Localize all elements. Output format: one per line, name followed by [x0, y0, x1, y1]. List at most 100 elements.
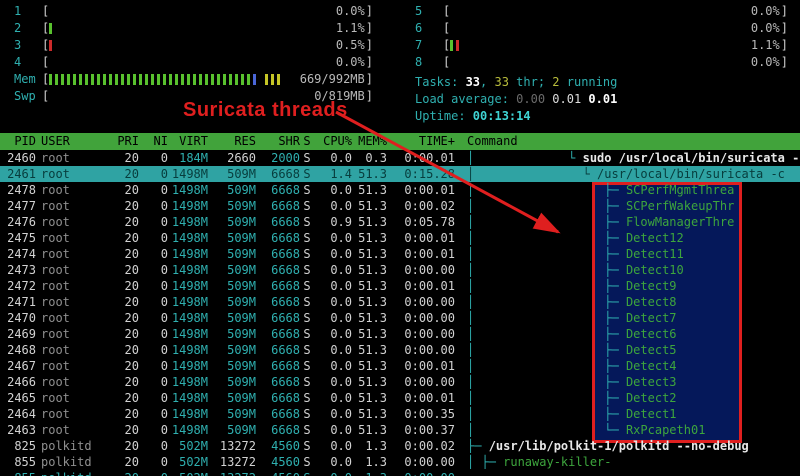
cell-cpu: 0.0 [314, 406, 352, 422]
header-command[interactable]: Command [455, 133, 800, 150]
status-text-segment: 0.01 [552, 92, 588, 106]
meter-6: 6[0.0%] [415, 20, 788, 37]
process-row-2470[interactable]: 2470root2001498M509M6668S0.051.30:00.00│… [0, 310, 800, 326]
cell-res: 509M [208, 262, 256, 278]
cell-time: 0:00.37 [387, 422, 455, 438]
cell-time: 0:00.00 [387, 374, 455, 390]
cell-user: polkitd [36, 438, 101, 454]
process-row-2469[interactable]: 2469root2001498M509M6668S0.051.30:00.00│… [0, 326, 800, 342]
cell-res: 509M [208, 182, 256, 198]
process-row-2475[interactable]: 2475root2001498M509M6668S0.051.30:00.01│… [0, 230, 800, 246]
meter-bar-segment [223, 74, 226, 85]
tree-branch-icon: ├─ [467, 439, 489, 453]
meter-bar: 0.0% [450, 20, 781, 37]
meter-value: 0.0% [336, 54, 365, 71]
cell-command: │ ├─ Detect7 [455, 310, 800, 326]
cell-time: 0:00.01 [387, 246, 455, 262]
cell-cpu: 0.0 [314, 310, 352, 326]
process-row-2466[interactable]: 2466root2001498M509M6668S0.051.30:00.00│… [0, 374, 800, 390]
cell-pid: 2464 [6, 406, 36, 422]
cell-virt: 1498M [168, 358, 208, 374]
process-row-2467[interactable]: 2467root2001498M509M6668S0.051.30:00.01│… [0, 358, 800, 374]
header-pri[interactable]: PRI [101, 133, 139, 150]
meter-bar-segment [79, 74, 82, 85]
header-mem[interactable]: MEM% [352, 133, 387, 150]
command-text: FlowManagerThre [626, 215, 734, 229]
header-time[interactable]: TIME+ [387, 133, 455, 150]
cell-s: S [300, 166, 314, 182]
meter-label: Swp [14, 88, 42, 105]
meter-value: 0.0% [751, 54, 780, 71]
command-text: /usr/lib/polkit-1/polkitd --no-debug [489, 439, 749, 453]
process-row-2460[interactable]: 2460root200184M26602000S0.00.30:00.01│ └… [0, 150, 800, 166]
meter-bar-segment [139, 74, 142, 85]
meter-4: 4[0.0%] [14, 54, 373, 71]
command-text: Detect9 [626, 279, 677, 293]
meter-bar-segment [49, 74, 52, 85]
cell-command: │ ├─ Detect5 [455, 342, 800, 358]
cell-user: root [36, 214, 101, 230]
cell-user: root [36, 166, 101, 182]
process-row-2472[interactable]: 2472root2001498M509M6668S0.051.30:00.01│… [0, 278, 800, 294]
header-pid[interactable]: PID [6, 133, 36, 150]
process-row-2471[interactable]: 2471root2001498M509M6668S0.051.30:00.00│… [0, 294, 800, 310]
header-virt[interactable]: VIRT [168, 133, 208, 150]
header-user[interactable]: USER [36, 133, 101, 150]
process-row-2478[interactable]: 2478root2001498M509M6668S0.051.30:00.01│… [0, 182, 800, 198]
meter-5: 5[0.0%] [415, 3, 788, 20]
header-cpu[interactable]: CPU% [314, 133, 352, 150]
cell-virt: 1498M [168, 182, 208, 198]
cell-user: root [36, 310, 101, 326]
meter-bracket: [ [443, 20, 450, 37]
process-row-2461[interactable]: 2461root2001498M509M6668S1.451.30:15.28│… [0, 166, 800, 182]
cell-pid: 855 [6, 454, 36, 470]
process-row-825[interactable]: 825polkitd200502M132724560S0.01.30:00.02… [0, 438, 800, 454]
cell-s: S [300, 182, 314, 198]
header-s[interactable]: S [300, 133, 314, 150]
cell-s: S [300, 198, 314, 214]
cell-user: root [36, 262, 101, 278]
meter-3: 3[0.5%] [14, 37, 373, 54]
tree-branch-icon: │ ├─ [467, 295, 626, 309]
cell-s: S [300, 326, 314, 342]
cell-cpu: 0.0 [314, 390, 352, 406]
tree-branch-icon: │ └─ [467, 423, 626, 437]
meter-bar-segment [67, 74, 70, 85]
cell-time: 0:00.00 [387, 326, 455, 342]
status-text-segment: thr; [509, 75, 552, 89]
process-row-855[interactable]: 855polkitd200502M132724560S0.01.30:00.00 [0, 470, 800, 476]
process-row-2473[interactable]: 2473root2001498M509M6668S0.051.30:00.00│… [0, 262, 800, 278]
load-average-line: Load average: 0.00 0.01 0.01 [415, 91, 788, 108]
command-text: Detect4 [626, 359, 677, 373]
table-header[interactable]: PID USER PRI NI VIRT RES SHR S CPU% MEM%… [0, 133, 800, 150]
process-row-2477[interactable]: 2477root2001498M509M6668S0.051.30:00.02│… [0, 198, 800, 214]
cell-mem: 0.3 [352, 150, 387, 166]
meter-bar-segment [103, 74, 106, 85]
header-ni[interactable]: NI [139, 133, 168, 150]
command-text: SCPerfWakeupThr [626, 199, 734, 213]
cell-pri: 20 [101, 470, 139, 476]
cell-pid: 2474 [6, 246, 36, 262]
process-row-2476[interactable]: 2476root2001498M509M6668S0.951.30:05.78│… [0, 214, 800, 230]
process-row-2474[interactable]: 2474root2001498M509M6668S0.051.30:00.01│… [0, 246, 800, 262]
cell-ni: 0 [139, 182, 168, 198]
cell-res: 509M [208, 310, 256, 326]
meter-bar-segment [175, 74, 178, 85]
process-row-2463[interactable]: 2463root2001498M509M6668S0.051.30:00.37│… [0, 422, 800, 438]
cell-mem: 51.3 [352, 246, 387, 262]
process-row-2468[interactable]: 2468root2001498M509M6668S0.051.30:00.00│… [0, 342, 800, 358]
process-row-855[interactable]: 855polkitd200502M132724560S0.01.30:00.00… [0, 454, 800, 470]
process-row-2465[interactable]: 2465root2001498M509M6668S0.051.30:00.01│… [0, 390, 800, 406]
cell-command: │ ├─ Detect4 [455, 358, 800, 374]
cell-pid: 2475 [6, 230, 36, 246]
command-text: Detect10 [626, 263, 684, 277]
cell-res: 509M [208, 358, 256, 374]
cell-cpu: 0.0 [314, 278, 352, 294]
cell-s: S [300, 150, 314, 166]
meter-bar-segment [127, 74, 130, 85]
cell-shr: 6668 [256, 278, 300, 294]
process-row-2464[interactable]: 2464root2001498M509M6668S0.051.30:00.35│… [0, 406, 800, 422]
header-shr[interactable]: SHR [256, 133, 300, 150]
meter-bar-segment [253, 74, 256, 85]
header-res[interactable]: RES [208, 133, 256, 150]
